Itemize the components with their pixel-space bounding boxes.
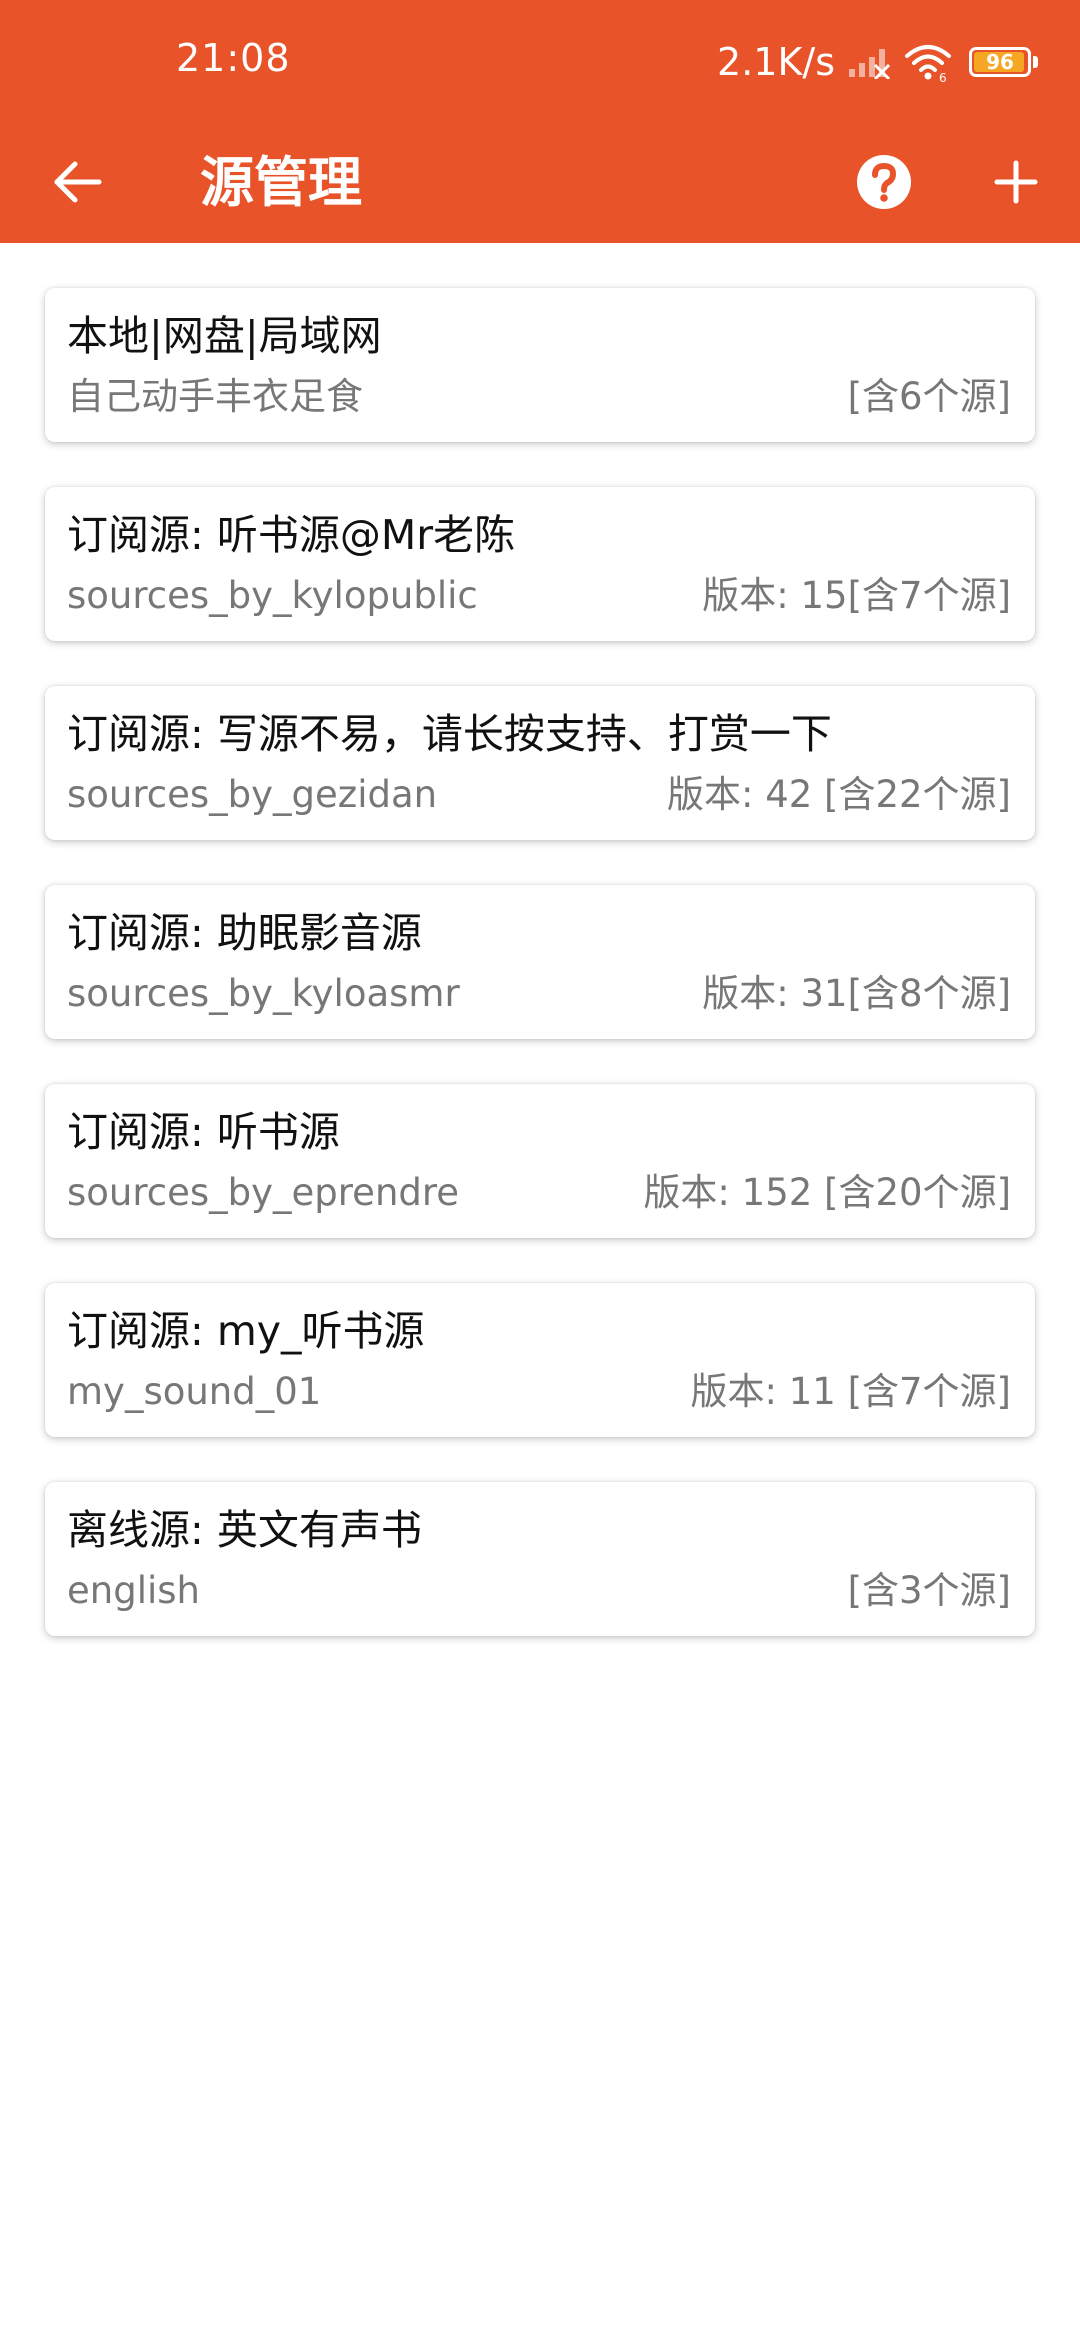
source-subtitle: my_sound_01 (67, 1370, 322, 1413)
battery-level: 96 (986, 50, 1014, 74)
svg-text:6: 6 (939, 71, 947, 82)
toolbar: 源管理 (0, 120, 1080, 243)
source-card-kylopublic[interactable]: 订阅源: 听书源@Mr老陈 sources_by_kylopublic 版本: … (45, 487, 1035, 641)
source-info: 版本: 15[含7个源] (702, 574, 1011, 617)
source-title: 订阅源: 听书源@Mr老陈 (67, 511, 516, 559)
source-info: 版本: 42 [含22个源] (666, 773, 1011, 816)
app-header: 21:08 2.1K/s 6 96 源管理 (0, 0, 1080, 243)
source-card-local[interactable]: 本地|网盘|局域网 自己动手丰衣足食 [含6个源] (45, 288, 1035, 442)
add-button[interactable] (976, 142, 1056, 222)
help-button[interactable] (844, 142, 924, 222)
plus-icon (994, 160, 1038, 204)
source-card-my-sound[interactable]: 订阅源: my_听书源 my_sound_01 版本: 11 [含7个源] (45, 1283, 1035, 1437)
source-title: 离线源: 英文有声书 (67, 1506, 422, 1554)
source-subtitle: sources_by_kylopublic (67, 574, 478, 617)
source-subtitle: 自己动手丰衣足食 (67, 375, 363, 418)
source-subtitle: sources_by_gezidan (67, 773, 438, 816)
source-info: [含6个源] (847, 375, 1011, 418)
page-title: 源管理 (200, 151, 362, 214)
status-bar: 21:08 2.1K/s 6 96 (0, 0, 1080, 120)
signal-icon (849, 49, 891, 79)
source-title: 订阅源: 写源不易，请长按支持、打赏一下 (67, 710, 832, 758)
source-title: 订阅源: my_听书源 (67, 1307, 425, 1355)
source-card-gezidan[interactable]: 订阅源: 写源不易，请长按支持、打赏一下 sources_by_gezidan … (45, 686, 1035, 840)
battery-cap (1033, 56, 1038, 68)
status-indicators: 2.1K/s 6 96 (717, 36, 1038, 88)
source-info: 版本: 31[含8个源] (702, 972, 1011, 1015)
source-card-eprendre[interactable]: 订阅源: 听书源 sources_by_eprendre 版本: 152 [含2… (45, 1084, 1035, 1238)
source-info: 版本: 11 [含7个源] (690, 1370, 1011, 1413)
battery-icon: 96 (969, 47, 1031, 77)
source-list: 本地|网盘|局域网 自己动手丰衣足食 [含6个源] 订阅源: 听书源@Mr老陈 … (45, 288, 1035, 1681)
help-circle-icon (857, 155, 911, 209)
source-subtitle: english (67, 1569, 200, 1612)
source-subtitle: sources_by_kyloasmr (67, 972, 460, 1015)
back-button[interactable] (40, 144, 116, 220)
arrow-left-icon (54, 161, 102, 203)
status-time: 21:08 (176, 36, 291, 80)
source-title: 订阅源: 听书源 (67, 1108, 340, 1156)
network-speed: 2.1K/s (717, 40, 835, 84)
source-card-english[interactable]: 离线源: 英文有声书 english [含3个源] (45, 1482, 1035, 1636)
source-card-kyloasmr[interactable]: 订阅源: 助眠影音源 sources_by_kyloasmr 版本: 31[含8… (45, 885, 1035, 1039)
source-title: 订阅源: 助眠影音源 (67, 909, 422, 957)
source-info: [含3个源] (847, 1569, 1011, 1612)
source-title: 本地|网盘|局域网 (67, 312, 382, 360)
wifi-icon: 6 (905, 45, 951, 82)
source-subtitle: sources_by_eprendre (67, 1171, 460, 1214)
source-info: 版本: 152 [含20个源] (643, 1171, 1011, 1214)
